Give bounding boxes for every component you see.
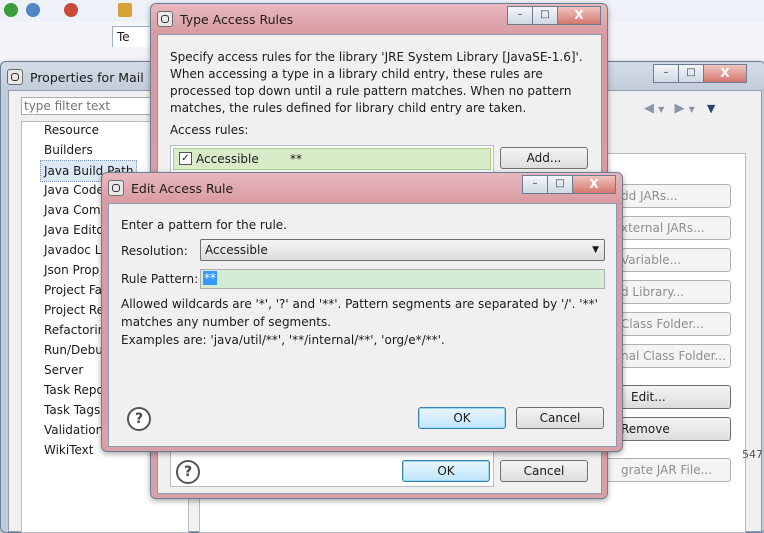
cancel-button[interactable]: Cancel [500,460,588,482]
edit-rule-titlebar: Edit Access Rule [108,173,233,203]
type-access-title: Type Access Rules [180,11,294,27]
edit-rule-client: Enter a pattern for the rule. Resolution… [108,203,617,447]
side-number: 5471 [742,448,764,461]
maximize-button[interactable]: □ [532,6,558,25]
property-page-item[interactable]: Refactorin [44,320,105,340]
help-icon[interactable]: ? [176,460,200,484]
property-page-item[interactable]: Task Tags [44,400,100,420]
property-page-item[interactable]: Java Code [44,180,104,200]
ok-button[interactable]: OK [418,407,506,429]
back-menu-icon[interactable]: ▼ [658,105,664,114]
maximize-button[interactable]: □ [678,64,704,83]
property-page-item[interactable]: Server [44,360,83,380]
nav-arrows: ◀ ▼ ▶ ▼ ▼ [644,101,715,116]
rule-pattern: ** [290,152,302,166]
property-page-item[interactable]: Task Repo [44,380,104,400]
close-button[interactable]: X [703,64,747,83]
minimize-button[interactable]: – [653,64,679,83]
property-page-item[interactable]: Builders [44,140,93,160]
resolution-value: Accessible [205,243,268,257]
wildcard-help-1: Allowed wildcards are '*', '?' and '**'.… [121,297,598,311]
rule-kind: Accessible [196,152,259,166]
build-path-button[interactable]: grate JAR File... [600,458,731,482]
minimize-button[interactable]: – [507,6,533,25]
external-tools-icon[interactable] [64,3,78,17]
resolution-select[interactable]: Accessible ▼ [200,239,605,261]
wildcard-help-3: Examples are: 'java/util/**', '**/intern… [121,333,445,347]
rule-checkbox[interactable]: ✓ [179,152,192,165]
property-page-item[interactable]: Javadoc L [44,240,101,260]
minimize-button[interactable]: – [522,175,548,194]
access-rules-label: Access rules: [170,123,249,137]
forward-menu-icon[interactable]: ▼ [689,105,695,114]
property-page-item[interactable]: Json Prop [44,260,99,280]
property-page-item[interactable]: Java Edito [44,220,104,240]
pattern-value: ** [203,271,217,285]
eclipse-window-icon [108,180,124,196]
property-page-item[interactable]: Validation [44,420,103,440]
edit-rule-title: Edit Access Rule [131,180,234,196]
type-access-titlebar: Type Access Rules [157,4,293,34]
type-access-window-controls: – □ X [507,6,601,25]
eclipse-window-icon [157,11,173,27]
edit-rule-window-controls: – □ X [522,175,616,194]
property-page-item[interactable]: Project Re [44,300,104,320]
forward-arrow-icon[interactable]: ▶ [674,101,684,116]
cancel-button[interactable]: Cancel [516,407,604,429]
property-page-item[interactable]: Java Com [44,200,101,220]
pattern-input[interactable]: ** [200,269,605,289]
edit-access-rule-dialog: Edit Access Rule – □ X Enter a pattern f… [101,172,623,452]
eclipse-window-icon [7,69,23,85]
help-icon[interactable]: ? [127,407,151,431]
type-access-description: Specify access rules for the library 'JR… [170,50,583,115]
wildcard-help-2: matches any number of segments. [121,315,332,329]
add-rule-button[interactable]: Add... [500,147,588,169]
maximize-button[interactable]: □ [547,175,573,194]
close-button[interactable]: X [557,6,601,25]
debug-icon[interactable] [26,3,40,17]
properties-title: Properties for Mail [30,69,144,85]
properties-window-controls: – □ X [653,64,747,83]
pattern-label: Rule Pattern: [121,272,199,286]
table-row[interactable]: ✓ Accessible ** [173,148,491,170]
properties-titlebar: Properties for Mail [7,62,144,92]
ok-button[interactable]: OK [402,460,490,482]
resolution-label: Resolution: [121,244,188,258]
property-page-item[interactable]: WikiText [44,440,94,460]
property-page-item[interactable]: Project Fa [44,280,102,300]
chevron-down-icon: ▼ [592,245,599,255]
rule-prompt: Enter a pattern for the rule. [121,218,287,232]
back-arrow-icon[interactable]: ◀ [644,101,654,116]
close-button[interactable]: X [572,175,616,194]
property-page-item[interactable]: Resource [44,120,99,140]
property-page-item[interactable]: Run/Debu [44,340,103,360]
editor-tab-label: Te [117,30,130,44]
open-type-icon[interactable] [118,3,132,17]
run-icon[interactable] [4,3,18,17]
view-menu-icon[interactable]: ▼ [707,102,715,115]
